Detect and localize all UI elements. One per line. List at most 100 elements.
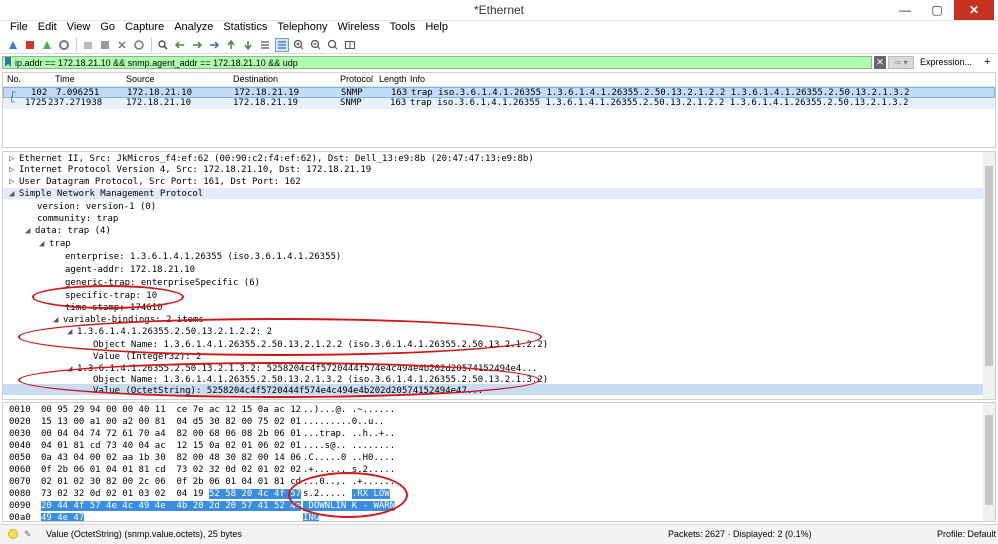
maximize-button[interactable]: ▢ xyxy=(922,0,952,20)
capture-comment-icon[interactable]: ✎ xyxy=(24,529,34,539)
column-destination[interactable]: Destination xyxy=(233,74,278,84)
tree-item-ipv4[interactable]: ▷ Internet Protocol Version 4, Src: 172.1… xyxy=(9,165,371,176)
tree-item-binding-1[interactable]: ◢ 1.3.6.1.4.1.26355.2.50.13.2.1.2.2: 2 xyxy=(67,327,272,338)
column-protocol[interactable]: Protocol xyxy=(340,74,373,84)
tree-item-specific-trap[interactable]: specific-trap: 10 xyxy=(65,291,157,302)
resize-columns-icon[interactable] xyxy=(343,38,357,52)
hex-row[interactable]: 0040 04 01 81 cd 73 40 04 ac 12 15 0a 02 … xyxy=(3,441,983,453)
filter-bookmark-icon[interactable] xyxy=(4,57,12,67)
hex-row[interactable]: 0060 0f 2b 06 01 04 01 81 cd 73 02 32 0d … xyxy=(3,465,983,477)
tree-item-data[interactable]: ◢ data: trap (4) xyxy=(25,226,111,237)
packet-row[interactable]: └ 1725 237.271938 172.18.21.10 172.18.21… xyxy=(3,98,995,109)
expand-icon[interactable]: ▷ xyxy=(9,165,19,176)
tree-item-value-2[interactable]: Value (OctetString): 5258204c4f5720444f5… xyxy=(93,386,483,397)
minimize-button[interactable]: — xyxy=(890,0,920,20)
tree-item-community[interactable]: community: trap xyxy=(37,214,118,225)
expression-button[interactable]: Expression... xyxy=(920,57,972,67)
hex-row[interactable]: 0030 00 04 04 74 72 61 70 a4 82 00 68 06 … xyxy=(3,429,983,441)
clear-filter-button[interactable]: ✕ xyxy=(874,56,886,69)
hex-row[interactable]: 0050 0a 43 04 00 02 aa 1b 30 82 00 48 30 … xyxy=(3,453,983,465)
close-button[interactable]: ✕ xyxy=(954,0,994,20)
open-file-icon[interactable] xyxy=(81,38,95,52)
hex-row[interactable]: 0090 20 44 4f 57 4e 4c 49 4e 4b 20 2d 20 … xyxy=(3,501,983,513)
collapse-icon[interactable]: ◢ xyxy=(9,189,19,200)
hex-scroll-thumb[interactable] xyxy=(985,415,993,505)
menu-telephony[interactable]: Telephony xyxy=(273,20,333,36)
hex-row[interactable]: 0080 73 02 32 0d 02 01 03 02 04 19 52 58 … xyxy=(3,489,983,501)
details-scrollbar[interactable] xyxy=(983,152,995,399)
menu-edit[interactable]: Edit xyxy=(34,20,63,36)
details-scroll-thumb[interactable] xyxy=(985,166,993,366)
tree-item-snmp[interactable]: ◢ Simple Network Management Protocol xyxy=(9,189,203,200)
go-forward-icon[interactable] xyxy=(190,38,204,52)
go-back-icon[interactable] xyxy=(173,38,187,52)
tree-item-version[interactable]: version: version-1 (0) xyxy=(37,202,156,213)
expert-info-icon[interactable] xyxy=(8,529,18,539)
hex-scrollbar[interactable] xyxy=(983,403,995,521)
menu-wireless[interactable]: Wireless xyxy=(334,20,386,36)
save-file-icon[interactable] xyxy=(98,38,112,52)
autoscroll-icon[interactable] xyxy=(258,38,272,52)
collapse-icon[interactable]: ◢ xyxy=(53,315,63,326)
column-info[interactable]: Info xyxy=(410,74,425,84)
expand-icon[interactable]: ▷ xyxy=(9,177,19,188)
find-packet-icon[interactable] xyxy=(156,38,170,52)
tree-item-variable-bindings[interactable]: ◢ variable-bindings: 2 items xyxy=(53,315,204,326)
column-no[interactable]: No. xyxy=(7,74,21,84)
collapse-icon[interactable]: ◢ xyxy=(67,327,77,338)
packet-row[interactable]: ┌ 102 7.096251 172.18.21.10 172.18.21.19… xyxy=(3,87,995,98)
start-capture-icon[interactable] xyxy=(6,38,20,52)
hex-row[interactable]: 0010 00 95 29 94 00 00 40 11 ce 7e ac 12 … xyxy=(3,405,983,417)
capture-options-icon[interactable] xyxy=(57,38,71,52)
reload-file-icon[interactable] xyxy=(132,38,146,52)
menu-file[interactable]: File xyxy=(6,20,34,36)
stop-capture-icon[interactable] xyxy=(23,38,37,52)
go-to-packet-icon[interactable] xyxy=(207,38,221,52)
hex-row[interactable]: 00a0 49 4e 47 ING xyxy=(3,513,983,521)
collapse-icon[interactable]: ◢ xyxy=(67,364,77,375)
menu-help[interactable]: Help xyxy=(421,20,454,36)
status-profile[interactable]: Profile: Default xyxy=(937,529,996,539)
tree-item-value-1[interactable]: Value (Integer32): 2 xyxy=(93,352,201,363)
collapse-icon[interactable]: ◢ xyxy=(39,239,49,250)
menu-go[interactable]: Go xyxy=(96,20,121,36)
status-packet-count: Packets: 2627 · Displayed: 2 (0.1%) xyxy=(668,529,812,539)
column-source[interactable]: Source xyxy=(126,74,155,84)
tree-item-time-stamp[interactable]: time-stamp: 174610 xyxy=(65,303,163,314)
apply-filter-button[interactable]: ⇨ ▾ xyxy=(888,56,914,69)
column-length[interactable]: Length xyxy=(379,74,407,84)
close-file-icon[interactable] xyxy=(115,38,129,52)
menu-analyze[interactable]: Analyze xyxy=(170,20,219,36)
packet-time: 237.271938 xyxy=(48,98,103,108)
restart-capture-icon[interactable] xyxy=(40,38,54,52)
last-packet-icon[interactable] xyxy=(241,38,255,52)
menu-statistics[interactable]: Statistics xyxy=(219,20,273,36)
zoom-out-icon[interactable] xyxy=(309,38,323,52)
tree-item-agent-addr[interactable]: agent-addr: 172.18.21.10 xyxy=(65,265,195,276)
hex-row[interactable]: 0070 02 01 02 30 82 00 2c 06 0f 2b 06 01 … xyxy=(3,477,983,489)
expand-icon[interactable]: ▷ xyxy=(9,154,19,165)
add-filter-button[interactable]: + xyxy=(984,56,990,68)
colorize-icon[interactable] xyxy=(275,37,289,52)
tree-item-generic-trap[interactable]: generic-trap: enterpriseSpecific (6) xyxy=(65,278,260,289)
tree-item-udp[interactable]: ▷ User Datagram Protocol, Src Port: 161, … xyxy=(9,177,301,188)
normal-size-icon[interactable] xyxy=(326,38,340,52)
display-filter-input[interactable]: ip.addr == 172.18.21.10 && snmp.agent_ad… xyxy=(2,56,872,69)
tree-item-ethernet[interactable]: ▷ Ethernet II, Src: JkMicros_f4:ef:62 (00… xyxy=(9,154,534,165)
menu-view[interactable]: View xyxy=(63,20,97,36)
tree-item-object-name-1[interactable]: Object Name: 1.3.6.1.4.1.26355.2.50.13.2… xyxy=(93,340,548,351)
tree-item-binding-2[interactable]: ◢ 1.3.6.1.4.1.26355.2.50.13.2.1.3.2: 5258… xyxy=(67,364,538,375)
tree-item-object-name-2[interactable]: Object Name: 1.3.6.1.4.1.26355.2.50.13.2… xyxy=(93,375,548,386)
column-time[interactable]: Time xyxy=(55,74,75,84)
tree-item-trap[interactable]: ◢ trap xyxy=(39,239,71,250)
status-bar: ✎ Value (OctetString) (snmp.value.octets… xyxy=(0,524,998,544)
menu-capture[interactable]: Capture xyxy=(121,20,170,36)
packet-source: 172.18.21.10 xyxy=(126,98,192,108)
menu-tools[interactable]: Tools xyxy=(386,20,422,36)
hex-row[interactable]: 0020 15 13 00 a1 00 a2 00 81 04 d5 30 82 … xyxy=(3,417,983,429)
first-packet-icon[interactable] xyxy=(224,38,238,52)
collapse-icon[interactable]: ◢ xyxy=(25,226,35,237)
zoom-in-icon[interactable] xyxy=(292,38,306,52)
tree-item-enterprise[interactable]: enterprise: 1.3.6.1.4.1.26355 (iso.3.6.1… xyxy=(65,252,341,263)
packet-info: trap iso.3.6.1.4.1.26355 1.3.6.1.4.1.263… xyxy=(410,98,909,108)
